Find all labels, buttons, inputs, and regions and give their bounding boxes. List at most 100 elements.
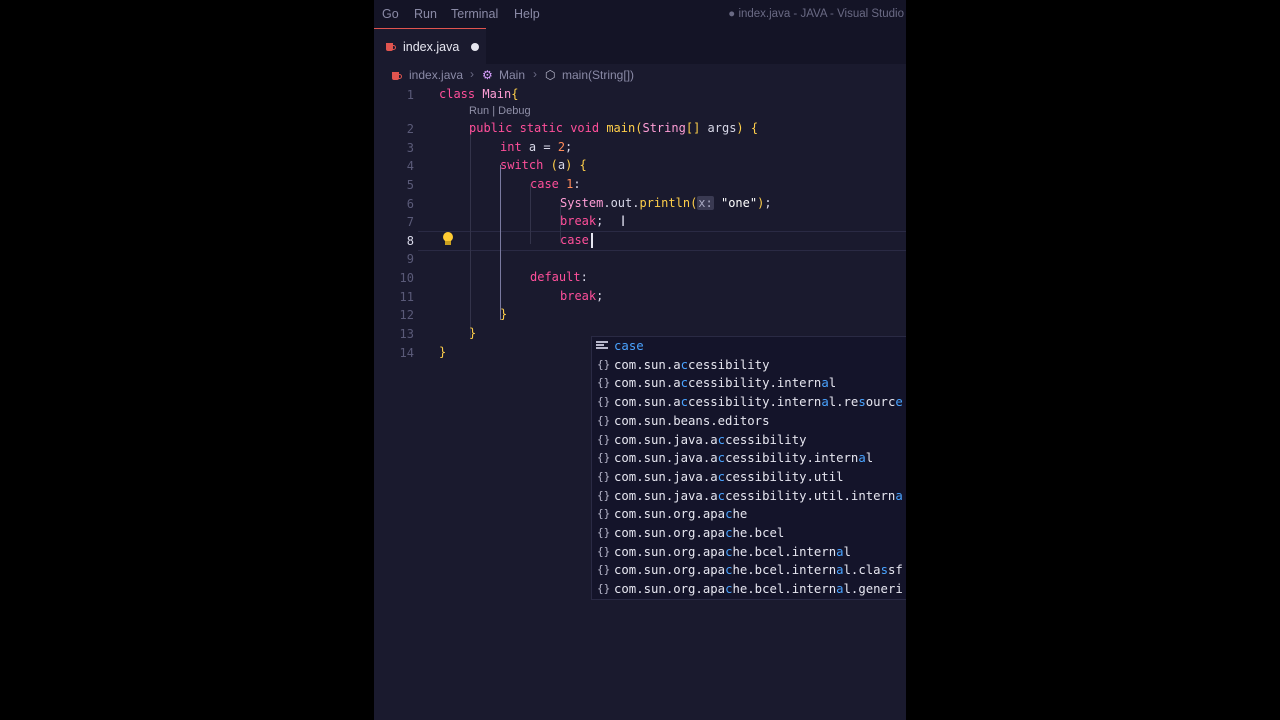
line-number: 1 xyxy=(406,88,414,102)
autocomplete-suggestions[interactable]: case{} com.sun.accessibility{} com.sun.acc… xyxy=(591,336,906,600)
keyword-icon xyxy=(596,341,608,351)
menu-bar: Go Run Terminal Help ● index.java - JAVA… xyxy=(374,0,906,28)
param-hint: x: xyxy=(697,196,714,210)
suggestion-item[interactable]: {} com.sun.java.accessibility xyxy=(592,431,906,450)
suggestion-item[interactable]: {} com.sun.java.accessibility.util xyxy=(592,468,906,487)
breadcrumb-class[interactable]: Main xyxy=(499,68,525,82)
java-file-icon xyxy=(384,40,396,52)
text-cursor xyxy=(591,233,593,248)
code-line-6[interactable]: System.out.println(x: "one"); xyxy=(560,196,772,210)
suggestion-label: com.sun.org.apache xyxy=(614,507,748,522)
ibeam-cursor-icon: I xyxy=(621,214,626,230)
line-number: 6 xyxy=(406,197,414,211)
suggestion-label: com.sun.org.apache.bcel.internal.classf xyxy=(614,563,903,578)
suggestion-label: com.sun.accessibility xyxy=(614,357,770,372)
indent-guide-active xyxy=(500,165,501,320)
suggestion-item[interactable]: {} com.sun.org.apache xyxy=(592,505,906,524)
code-line-5[interactable]: case 1: xyxy=(530,177,581,191)
unsaved-dot-icon[interactable] xyxy=(471,43,479,51)
suggestion-label: com.sun.java.accessibility xyxy=(614,432,807,447)
code-line-7[interactable]: break; xyxy=(560,214,603,228)
suggestion-label: com.sun.accessibility.internal.resource xyxy=(614,395,903,410)
suggestion-item[interactable]: {} com.sun.org.apache.bcel xyxy=(592,524,906,543)
module-icon: {} xyxy=(597,432,611,446)
line-number: 5 xyxy=(406,178,414,192)
suggestion-item[interactable]: case xyxy=(592,337,906,356)
window-title: ● index.java - JAVA - Visual Studio xyxy=(728,8,904,20)
code-line-14[interactable]: } xyxy=(439,345,446,359)
suggestion-label: com.sun.org.apache.bcel.internal xyxy=(614,544,851,559)
tab-index-java[interactable]: index.java xyxy=(374,28,486,64)
suggestion-item[interactable]: {} com.sun.accessibility.internal xyxy=(592,374,906,393)
tab-label: index.java xyxy=(403,40,460,54)
suggestion-item[interactable]: {} com.sun.accessibility.internal.resourc… xyxy=(592,393,906,412)
suggestion-item[interactable]: {} com.sun.beans.editors xyxy=(592,412,906,431)
code-line-12[interactable]: } xyxy=(500,307,507,321)
code-editor[interactable]: 1 2 3 4 5 6 7 8 9 10 11 12 13 14 class M… xyxy=(374,86,906,720)
run-debug-codelens[interactable]: Run | Debug xyxy=(469,105,531,117)
code-line-3[interactable]: int a = 2; xyxy=(500,140,572,154)
suggestion-item[interactable]: {} com.sun.accessibility xyxy=(592,356,906,375)
code-line-10[interactable]: default: xyxy=(530,270,588,284)
line-number: 11 xyxy=(399,290,414,304)
method-icon: ⬡ xyxy=(545,68,556,82)
suggestion-item[interactable]: {} com.sun.org.apache.bcel.internal.class… xyxy=(592,561,906,580)
suggestion-label: com.sun.java.accessibility.internal xyxy=(614,451,874,466)
code-line-8[interactable]: case xyxy=(560,233,589,247)
suggestion-label: com.sun.java.accessibility.util xyxy=(614,469,844,484)
line-number: 9 xyxy=(406,252,414,266)
suggestion-label: com.sun.accessibility.internal xyxy=(614,376,837,391)
suggestion-label: com.sun.java.accessibility.util.interna xyxy=(614,488,903,503)
lightbulb-icon[interactable] xyxy=(442,232,454,246)
indent-guide xyxy=(530,184,531,244)
module-icon: {} xyxy=(597,563,611,577)
module-icon: {} xyxy=(597,413,611,427)
line-number: 2 xyxy=(406,122,414,136)
breadcrumb-method[interactable]: main(String[]) xyxy=(562,68,634,82)
tab-bar: index.java xyxy=(374,28,906,64)
line-number: 3 xyxy=(406,141,414,155)
code-line-13[interactable]: } xyxy=(469,326,476,340)
line-number: 7 xyxy=(406,215,414,229)
line-number: 10 xyxy=(399,271,414,285)
indent-guide xyxy=(470,126,471,338)
chevron-right-icon: › xyxy=(470,67,474,81)
code-line-1[interactable]: class Main{ xyxy=(439,87,519,101)
breadcrumb-file[interactable]: index.java xyxy=(409,68,463,82)
suggestion-label: com.sun.org.apache.bcel.internal.generi xyxy=(614,582,903,597)
suggestion-item[interactable]: {} com.sun.java.accessibility.util.intern… xyxy=(592,487,906,506)
menu-run[interactable]: Run xyxy=(414,7,437,21)
suggestion-label: com.sun.beans.editors xyxy=(614,413,770,428)
module-icon: {} xyxy=(597,376,611,390)
chevron-right-icon: › xyxy=(533,67,537,81)
menu-help[interactable]: Help xyxy=(514,7,540,21)
suggestion-label: com.sun.org.apache.bcel xyxy=(614,526,785,540)
line-number: 13 xyxy=(399,327,414,341)
suggestion-item[interactable]: {} com.sun.java.accessibility.internal xyxy=(592,449,906,468)
class-icon: ⚙ xyxy=(482,68,493,82)
line-number: 12 xyxy=(399,308,414,322)
current-line-highlight xyxy=(418,231,906,251)
module-icon: {} xyxy=(597,395,611,409)
vscode-window: Go Run Terminal Help ● index.java - JAVA… xyxy=(374,0,906,720)
suggestion-item[interactable]: {} com.sun.org.apache.bcel.internal.gener… xyxy=(592,580,906,599)
module-icon: {} xyxy=(597,488,611,502)
java-file-icon xyxy=(390,69,402,81)
code-line-11[interactable]: break; xyxy=(560,289,603,303)
code-line-2[interactable]: public static void main(String[] args) { xyxy=(469,121,758,135)
suggestion-item[interactable]: {} com.sun.org.apache.bcel.internal xyxy=(592,543,906,562)
module-icon: {} xyxy=(597,582,611,596)
line-number: 14 xyxy=(399,346,414,360)
line-number-active: 8 xyxy=(406,234,414,248)
code-line-4[interactable]: switch (a) { xyxy=(500,158,587,172)
module-icon: {} xyxy=(597,544,611,558)
module-icon: {} xyxy=(597,357,611,371)
menu-terminal[interactable]: Terminal xyxy=(451,7,498,21)
module-icon: {} xyxy=(597,469,611,483)
line-number: 4 xyxy=(406,159,414,173)
module-icon: {} xyxy=(597,526,611,539)
breadcrumb: index.java › ⚙ Main › ⬡ main(String[]) xyxy=(374,64,906,86)
suggestion-label: case xyxy=(614,339,644,353)
menu-go[interactable]: Go xyxy=(382,7,399,21)
module-icon: {} xyxy=(597,507,611,521)
